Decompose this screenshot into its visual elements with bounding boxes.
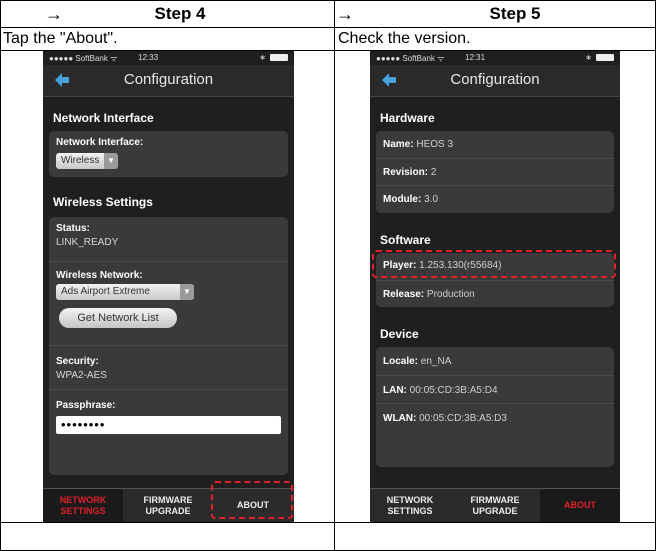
tab-label: UPGRADE: [472, 506, 518, 516]
arrow-icon: →: [336, 4, 354, 24]
table-border-left: [0, 0, 1, 551]
revision-row: Revision: 2: [376, 158, 614, 185]
chevron-down-icon: ▼: [180, 284, 194, 300]
tab-label: NETWORK: [386, 495, 434, 505]
release-value: Production: [426, 289, 475, 300]
chevron-down-icon: ▼: [104, 153, 118, 169]
network-interface-value: Wireless: [61, 155, 100, 166]
software-section-title: Software: [380, 233, 431, 247]
network-interface-select[interactable]: Wireless ▼: [56, 153, 118, 169]
status-row: Status: LINK_READY: [49, 217, 288, 261]
passphrase-input[interactable]: ••••••••: [56, 416, 281, 434]
tab-label: ABOUT: [564, 500, 596, 510]
module-row-text: Module: 3.0: [383, 194, 438, 205]
table-border-middle: [334, 0, 335, 551]
status-label: Status:: [56, 223, 90, 234]
locale-row: Locale: en_NA: [376, 347, 614, 375]
wlan-row: WLAN: 00:05:CD:3B:A5:D3: [376, 403, 614, 431]
tab-label: FIRMWARE: [143, 495, 193, 505]
step-5-instruction: Check the version.: [338, 30, 471, 47]
revision-label: Revision:: [383, 167, 429, 178]
module-label: Module:: [383, 194, 422, 205]
module-value: 3.0: [424, 194, 439, 205]
network-interface-section-title: Network Interface: [53, 111, 154, 125]
wireless-settings-group: Status: LINK_READY Wireless Network: Ads…: [49, 217, 288, 475]
lan-row-text: LAN: 00:05:CD:3B:A5:D4: [383, 385, 498, 396]
security-value: WPA2-AES: [56, 370, 107, 381]
tab-label: SETTINGS: [387, 506, 433, 516]
phone-screenshot-about: ●●●●● SoftBank ᯤ 12:31 ∗ Configuration H…: [370, 51, 620, 522]
bluetooth-icon: ∗: [585, 53, 592, 62]
lan-row: LAN: 00:05:CD:3B:A5:D4: [376, 375, 614, 403]
tab-label: NETWORK: [59, 495, 107, 505]
tab-about[interactable]: ABOUT: [540, 489, 620, 522]
name-label: Name:: [383, 139, 414, 150]
revision-value: 2: [430, 167, 437, 178]
locale-label: Locale:: [383, 356, 419, 367]
carrier-label: ●●●●● SoftBank ᯤ: [49, 54, 118, 63]
about-tab-highlight: [211, 481, 293, 519]
revision-row-text: Revision: 2: [383, 167, 436, 178]
security-label: Security:: [56, 356, 99, 367]
wlan-label: WLAN:: [383, 413, 417, 424]
clock: 12:31: [465, 53, 486, 62]
device-section-title: Device: [380, 327, 419, 341]
release-row: Release: Production: [376, 280, 614, 307]
tab-label: FIRMWARE: [470, 495, 520, 505]
tab-firmware-upgrade[interactable]: FIRMWARE UPGRADE: [128, 489, 208, 522]
nav-title: Configuration: [123, 71, 214, 88]
status-bar: ●●●●● SoftBank ᯤ 12:31 ∗: [370, 51, 620, 65]
battery-icon: [270, 54, 288, 61]
player-version-highlight: [372, 250, 616, 278]
step-4-instruction: Tap the "About".: [3, 30, 118, 47]
network-interface-label: Network Interface:: [56, 137, 144, 148]
wlan-value: 00:05:CD:3B:A5:D3: [419, 413, 507, 424]
wireless-network-value: Ads Airport Extreme: [61, 286, 150, 297]
tab-network-settings[interactable]: NETWORK SETTINGS: [43, 489, 123, 522]
status-value: LINK_READY: [56, 237, 119, 248]
nav-title: Configuration: [450, 71, 540, 88]
wireless-network-label: Wireless Network:: [56, 270, 143, 281]
name-row: Name: HEOS 3: [376, 131, 614, 158]
wireless-settings-section-title: Wireless Settings: [53, 195, 153, 209]
wireless-network-row: Wireless Network: Ads Airport Extreme ▼ …: [49, 261, 288, 345]
step-4-heading: Step 4: [154, 4, 206, 23]
table-border-top: [0, 0, 656, 1]
hardware-group: Name: HEOS 3 Revision: 2 Module: 3.0: [376, 131, 614, 213]
name-value: HEOS 3: [416, 139, 454, 150]
locale-row-text: Locale: en_NA: [383, 356, 451, 367]
wireless-network-select[interactable]: Ads Airport Extreme ▼: [56, 284, 194, 300]
locale-value: en_NA: [420, 356, 452, 367]
battery-icon: [596, 54, 614, 61]
tab-label: SETTINGS: [60, 506, 106, 516]
hardware-section-title: Hardware: [380, 111, 435, 125]
tab-label: UPGRADE: [145, 506, 191, 516]
clock: 12:33: [138, 53, 159, 62]
wlan-row-text: WLAN: 00:05:CD:3B:A5:D3: [383, 413, 507, 424]
nav-bar: Configuration: [43, 65, 294, 97]
bluetooth-icon: ∗: [259, 53, 266, 62]
network-interface-group: Network Interface: Wireless ▼: [49, 131, 288, 177]
name-row-text: Name: HEOS 3: [383, 139, 453, 150]
passphrase-row: Passphrase: ••••••••: [49, 389, 288, 447]
module-row: Module: 3.0: [376, 185, 614, 213]
bottom-tab-bar: NETWORK SETTINGS FIRMWARE UPGRADE ABOUT: [370, 488, 620, 522]
step-5-heading: Step 5: [489, 4, 541, 23]
phone-screenshot-network-settings: ●●●●● SoftBank ᯤ 12:33 ∗ Configuration N…: [43, 51, 294, 522]
table-border-screenshots: [0, 522, 656, 523]
passphrase-label: Passphrase:: [56, 400, 116, 411]
lan-label: LAN:: [383, 385, 407, 396]
tab-network-settings[interactable]: NETWORK SETTINGS: [370, 489, 450, 522]
get-network-list-button[interactable]: Get Network List: [59, 308, 177, 328]
device-group: Locale: en_NA LAN: 00:05:CD:3B:A5:D4 WLA…: [376, 347, 614, 467]
status-bar: ●●●●● SoftBank ᯤ 12:33 ∗: [43, 51, 294, 65]
release-label: Release:: [383, 289, 425, 300]
release-row-text: Release: Production: [383, 289, 475, 300]
carrier-label: ●●●●● SoftBank ᯤ: [376, 54, 445, 63]
nav-bar: Configuration: [370, 65, 620, 97]
lan-value: 00:05:CD:3B:A5:D4: [409, 385, 498, 396]
tab-firmware-upgrade[interactable]: FIRMWARE UPGRADE: [455, 489, 535, 522]
security-row: Security: WPA2-AES: [49, 345, 288, 389]
